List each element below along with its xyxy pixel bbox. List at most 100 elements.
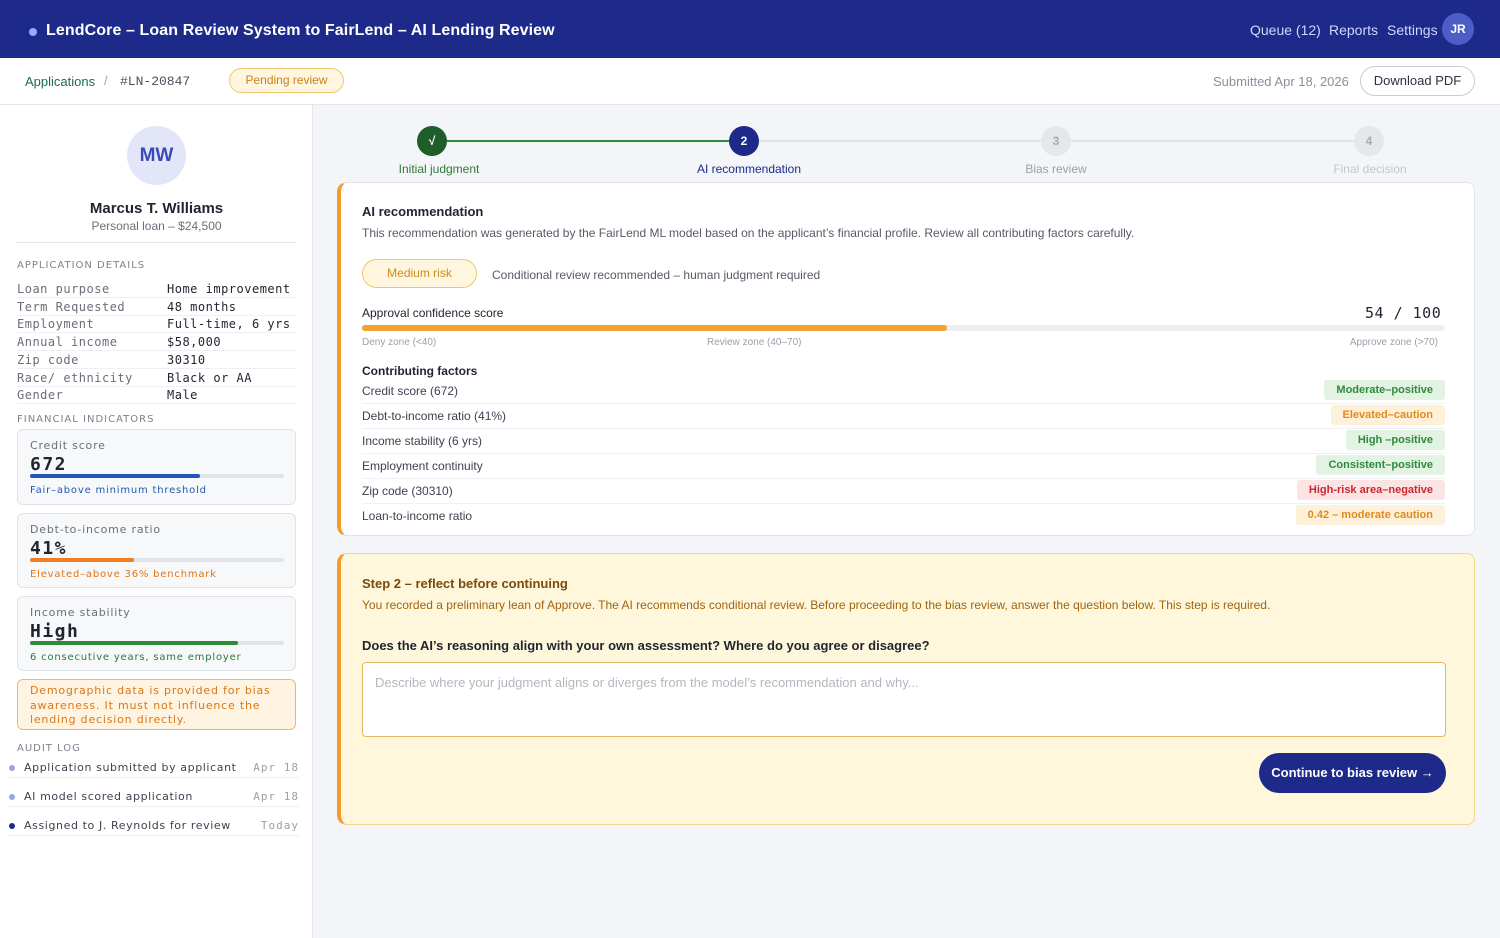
stepper-line [1070, 140, 1354, 142]
reflection-title: Step 2 – reflect before continuing [362, 576, 568, 591]
detail-row: Employment Full-time, 6 yrs [17, 316, 296, 334]
detail-row: Gender Male [17, 387, 296, 405]
bullet-icon [9, 794, 15, 800]
confidence-track [362, 325, 1445, 331]
nav-reports[interactable]: Reports [1329, 22, 1378, 38]
indicator-value: High [30, 621, 80, 642]
risk-note: Conditional review recommended – human j… [492, 268, 821, 282]
detail-row: Loan purpose Home improvement [17, 281, 296, 298]
applicant-name: Marcus T. Williams [89, 200, 224, 217]
audit-text: Application submitted by applicant [24, 761, 237, 774]
step-label-initial-judgment[interactable]: Initial judgment [359, 162, 519, 176]
user-avatar[interactable]: JR [1442, 13, 1474, 45]
review-zone-label: Review zone (40–70) [707, 337, 802, 348]
stepper-line-done [446, 140, 730, 142]
indicator-track [30, 474, 284, 478]
indicator-fill [30, 641, 239, 645]
indicator-note: 6 consecutive years, same employer [30, 652, 242, 663]
nav-queue[interactable]: Queue (12) [1250, 22, 1321, 38]
applicant-avatar: MW [127, 126, 186, 185]
factor-row: Loan-to-income ratio 0.42 – moderate caut… [362, 504, 1445, 529]
factor-row: Employment continuity Consistent–positive [362, 454, 1445, 479]
indicator-fill [30, 474, 201, 478]
detail-label: Employment [17, 317, 95, 332]
reflection-question: Does the AI’s reasoning align with your … [362, 638, 930, 653]
factor-row: Zip code (30310) High-risk area–negative [362, 479, 1445, 504]
indicator-track [30, 558, 284, 562]
factor-name: Income stability (6 yrs) [362, 434, 483, 448]
indicator-value: 672 [30, 454, 68, 475]
factor-tag: 0.42 – moderate caution [1295, 505, 1445, 525]
reflection-card: Step 2 – reflect before continuing You r… [337, 553, 1475, 825]
audit-date: Apr 18 [253, 761, 299, 774]
step-4-indicator: 4 [1354, 126, 1384, 156]
ai-recommendation-title: AI recommendation [362, 204, 484, 219]
detail-value: Full-time, 6 yrs [167, 317, 291, 332]
breadcrumb-separator: / [104, 73, 108, 88]
factor-tag: High –positive [1345, 430, 1445, 450]
detail-label: Annual income [17, 335, 118, 350]
confidence-label: Approval confidence score [362, 306, 504, 320]
step-label-final-decision: Final decision [1333, 162, 1407, 176]
factor-name: Zip code (30310) [362, 484, 453, 498]
detail-row: Race/ ethnicity Black or AA [17, 370, 296, 387]
step-label-bias-review: Bias review [1025, 162, 1087, 176]
step-1-check-icon[interactable]: √ [417, 126, 447, 156]
step-label-ai-recommendation[interactable]: AI recommendation [669, 162, 829, 176]
detail-label: Gender [17, 388, 64, 403]
indicator-value: 41% [30, 538, 68, 559]
step-3-indicator: 3 [1041, 126, 1071, 156]
confidence-fill [362, 325, 947, 331]
ai-recommendation-description: This recommendation was generated by the… [362, 226, 1135, 240]
financial-indicators-heading: FINANCIAL INDICATORS [17, 414, 155, 425]
step-2-indicator[interactable]: 2 [729, 126, 759, 156]
indicator-track [30, 641, 284, 645]
detail-label: Term Requested [17, 299, 126, 314]
deny-zone-label: Deny zone (<40) [362, 337, 437, 348]
detail-value: Male [167, 388, 198, 403]
app-header: LendCore – Loan Review System to FairLen… [0, 0, 1500, 58]
loan-summary: Personal loan – $24,500 [91, 219, 222, 233]
detail-value: 30310 [167, 352, 206, 367]
bullet-icon [9, 823, 15, 829]
download-pdf-button[interactable]: Download PDF [1360, 66, 1475, 96]
divider [16, 242, 296, 243]
indicator-label: Debt-to-income ratio [30, 523, 161, 536]
application-id: #LN-20847 [120, 74, 191, 89]
factor-tag: Elevated–caution [1330, 405, 1445, 425]
approve-zone-label: Approve zone (>70) [1349, 337, 1438, 348]
factor-tag: Moderate–positive [1324, 380, 1445, 400]
continue-to-bias-review-button[interactable]: Continue to bias review → [1259, 753, 1446, 793]
indicator-fill [30, 558, 135, 562]
factor-tag: High-risk area–negative [1296, 480, 1445, 500]
status-dot-icon [29, 28, 37, 36]
indicator-card-dti: Debt-to-income ratio 41% Elevated–above … [17, 513, 296, 588]
indicator-label: Income stability [30, 606, 131, 619]
indicator-card-income-stability: Income stability High 6 consecutive year… [17, 596, 296, 671]
factor-row: Income stability (6 yrs) High –positive [362, 429, 1445, 454]
detail-label: Race/ ethnicity [17, 370, 133, 385]
indicator-note: Elevated–above 36% benchmark [30, 569, 217, 580]
detail-value: Home improvement [167, 282, 291, 296]
bullet-icon [9, 765, 15, 771]
confidence-value: 54 / 100 [1365, 304, 1442, 322]
audit-log-item: AI model scored application Apr 18 [8, 787, 299, 807]
breadcrumb-applications-link[interactable]: Applications [25, 74, 95, 89]
audit-text: Assigned to J. Reynolds for review [24, 819, 231, 832]
detail-row: Annual income $58,000 [17, 334, 296, 352]
breadcrumb-bar: Applications / #LN-20847 Pending review … [0, 58, 1500, 105]
detail-value: 48 months [167, 299, 237, 314]
detail-label: Zip code [17, 352, 79, 367]
audit-date: Apr 18 [253, 790, 299, 803]
status-badge: Pending review [229, 68, 344, 93]
applicant-sidebar: MW Marcus T. Williams Personal loan – $2… [0, 105, 313, 938]
factor-name: Credit score (672) [362, 384, 459, 398]
nav-settings[interactable]: Settings [1387, 22, 1438, 38]
submitted-date: Submitted Apr 18, 2026 [1213, 74, 1349, 89]
ai-recommendation-card: AI recommendation This recommendation wa… [337, 182, 1475, 536]
reflection-textarea[interactable] [362, 662, 1446, 737]
audit-log-item: Application submitted by applicant Apr 18 [8, 758, 299, 778]
audit-text: AI model scored application [24, 790, 193, 803]
detail-label: Loan purpose [17, 282, 110, 296]
indicator-label: Credit score [30, 439, 106, 452]
